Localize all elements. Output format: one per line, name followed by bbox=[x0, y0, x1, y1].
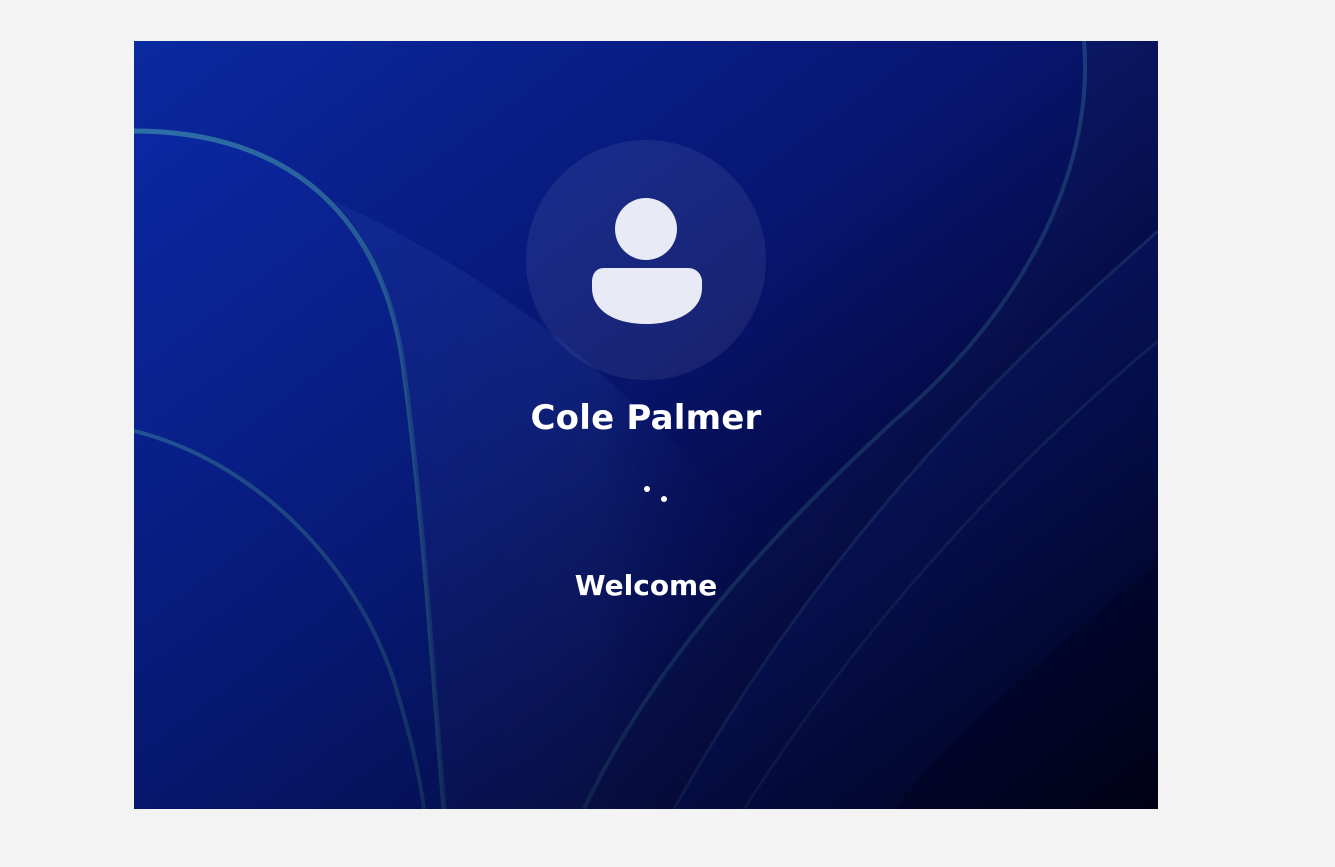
spinner-dot bbox=[644, 486, 650, 492]
welcome-status-text: Welcome bbox=[574, 569, 718, 602]
user-name: Cole Palmer bbox=[530, 398, 762, 438]
spinner-dot bbox=[661, 496, 667, 502]
user-avatar bbox=[526, 140, 766, 380]
vm-display: Cole Palmer Welcome bbox=[134, 41, 1158, 809]
person-icon bbox=[592, 198, 702, 324]
loading-spinner-icon bbox=[630, 473, 670, 513]
